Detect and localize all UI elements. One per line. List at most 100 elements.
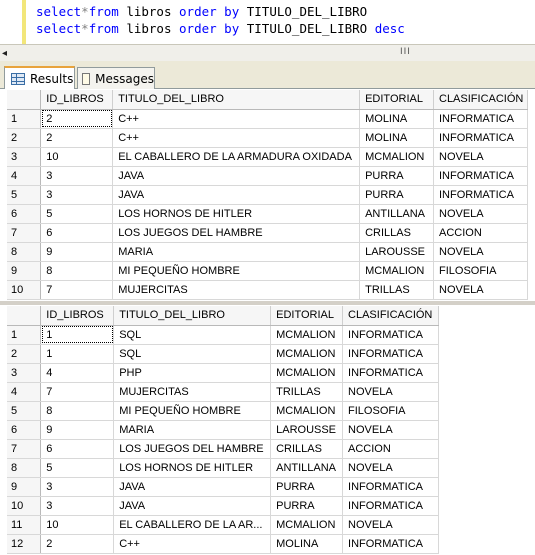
row-number[interactable]: 4 — [7, 166, 42, 186]
table-row[interactable]: 4 3 JAVA PURRA INFORMATICA — [7, 166, 528, 186]
table-cell[interactable]: 1 — [40, 325, 115, 345]
table-cell[interactable]: 5 — [40, 204, 114, 224]
row-number[interactable]: 7 — [7, 439, 42, 459]
row-number[interactable]: 11 — [7, 515, 42, 535]
row-number[interactable]: 1 — [7, 325, 42, 345]
column-header[interactable]: TITULO_DEL_LIBRO — [113, 306, 272, 326]
column-header[interactable]: EDITORIAL — [270, 306, 344, 326]
table-cell[interactable]: MCMALION — [270, 344, 344, 364]
table-cell[interactable]: 1 — [40, 344, 115, 364]
table-row[interactable]: 9 3 JAVA PURRA INFORMATICA — [7, 477, 439, 497]
table-cell[interactable]: NOVELA — [342, 420, 439, 440]
table-cell[interactable]: MUJERCITAS — [112, 280, 361, 300]
table-cell[interactable]: JAVA — [112, 166, 361, 186]
table-cell[interactable]: C++ — [112, 109, 361, 129]
query-editor[interactable]: select*from libros order by TITULO_DEL_L… — [0, 0, 535, 44]
table-cell[interactable]: MUJERCITAS — [113, 382, 272, 402]
table-row[interactable]: 10 7 MUJERCITAS TRILLAS NOVELA — [7, 280, 528, 300]
table-cell[interactable]: EL CABALLERO DE LA AR... — [113, 515, 272, 535]
table-cell[interactable]: NOVELA — [342, 382, 439, 402]
table-cell[interactable]: LOS HORNOS DE HITLER — [113, 458, 272, 478]
table-cell[interactable]: NOVELA — [433, 280, 528, 300]
table-cell[interactable]: MARIA — [112, 242, 361, 262]
row-number[interactable]: 6 — [7, 420, 42, 440]
table-cell[interactable]: 2 — [40, 534, 115, 554]
table-cell[interactable]: ACCION — [433, 223, 528, 243]
table-cell[interactable]: 6 — [40, 439, 115, 459]
table-cell[interactable]: INFORMATICA — [433, 166, 528, 186]
table-cell[interactable]: 3 — [40, 185, 114, 205]
editor-horizontal-scrollbar[interactable]: ◂ III — [0, 44, 535, 61]
row-number[interactable]: 2 — [7, 344, 42, 364]
row-number[interactable]: 2 — [7, 128, 42, 148]
table-row[interactable]: 6 9 MARIA LAROUSSE NOVELA — [7, 420, 439, 440]
table-row[interactable]: 3 10 EL CABALLERO DE LA ARMADURA OXIDADA MC… — [7, 147, 528, 167]
table-cell[interactable]: ANTILLANA — [359, 204, 434, 224]
table-cell[interactable]: MCMALION — [270, 325, 344, 345]
table-cell[interactable]: 3 — [40, 496, 115, 516]
table-row[interactable]: 8 5 LOS HORNOS DE HITLER ANTILLANA NOVELA — [7, 458, 439, 478]
results-grid-1[interactable]: ID_LIBROS TITULO_DEL_LIBRO EDITORIAL CLA… — [7, 90, 528, 300]
table-cell[interactable]: INFORMATICA — [433, 109, 528, 129]
row-number[interactable]: 4 — [7, 382, 42, 402]
table-cell[interactable]: 8 — [40, 401, 115, 421]
table-cell[interactable]: MI PEQUEÑO HOMBRE — [113, 401, 272, 421]
table-cell[interactable]: CRILLAS — [359, 223, 434, 243]
row-number[interactable]: 6 — [7, 204, 42, 224]
table-row[interactable]: 5 8 MI PEQUEÑO HOMBRE MCMALION FILOSOFIA — [7, 401, 439, 421]
table-cell[interactable]: 7 — [40, 382, 115, 402]
table-cell[interactable]: LOS JUEGOS DEL HAMBRE — [112, 223, 361, 243]
table-cell[interactable]: PURRA — [270, 477, 344, 497]
table-cell[interactable]: SQL — [113, 325, 272, 345]
row-number[interactable]: 8 — [7, 458, 42, 478]
column-header[interactable]: EDITORIAL — [359, 90, 434, 110]
table-cell[interactable]: TRILLAS — [359, 280, 434, 300]
table-cell[interactable]: PURRA — [359, 185, 434, 205]
table-cell[interactable]: MOLINA — [359, 128, 434, 148]
grid-corner[interactable] — [7, 306, 42, 326]
table-cell[interactable]: MOLINA — [270, 534, 344, 554]
table-row[interactable]: 1 1 SQL MCMALION INFORMATICA — [7, 325, 439, 345]
row-number[interactable]: 1 — [7, 109, 42, 129]
table-cell[interactable]: 3 — [40, 166, 114, 186]
table-cell[interactable]: FILOSOFIA — [433, 261, 528, 281]
table-row[interactable]: 7 6 LOS JUEGOS DEL HAMBRE CRILLAS ACCION — [7, 223, 528, 243]
tab-messages[interactable]: Messages — [77, 67, 155, 89]
table-cell[interactable]: JAVA — [113, 477, 272, 497]
table-cell[interactable]: C++ — [113, 534, 272, 554]
table-cell[interactable]: INFORMATICA — [342, 325, 439, 345]
table-cell[interactable]: FILOSOFIA — [342, 401, 439, 421]
row-number[interactable]: 5 — [7, 401, 42, 421]
query-line-1[interactable]: select*from libros order by TITULO_DEL_L… — [36, 4, 367, 19]
row-number[interactable]: 9 — [7, 477, 42, 497]
table-cell[interactable]: LAROUSSE — [359, 242, 434, 262]
column-header[interactable]: ID_LIBROS — [40, 90, 114, 110]
grid-corner[interactable] — [7, 90, 42, 110]
table-row[interactable]: 7 6 LOS JUEGOS DEL HAMBRE CRILLAS ACCION — [7, 439, 439, 459]
table-cell[interactable]: 9 — [40, 420, 115, 440]
table-row[interactable]: 8 9 MARIA LAROUSSE NOVELA — [7, 242, 528, 262]
table-row[interactable]: 5 3 JAVA PURRA INFORMATICA — [7, 185, 528, 205]
table-cell[interactable]: 9 — [40, 242, 114, 262]
table-cell[interactable]: ANTILLANA — [270, 458, 344, 478]
table-cell[interactable]: MARIA — [113, 420, 272, 440]
table-row[interactable]: 3 4 PHP MCMALION INFORMATICA — [7, 363, 439, 383]
table-cell[interactable]: MOLINA — [359, 109, 434, 129]
table-cell[interactable]: MCMALION — [270, 515, 344, 535]
table-cell[interactable]: MCMALION — [270, 363, 344, 383]
table-cell[interactable]: 10 — [40, 147, 114, 167]
row-number[interactable]: 8 — [7, 242, 42, 262]
table-cell[interactable]: PURRA — [270, 496, 344, 516]
column-header[interactable]: CLASIFICACIÓN — [342, 306, 439, 326]
table-cell[interactable]: LOS JUEGOS DEL HAMBRE — [113, 439, 272, 459]
table-cell[interactable]: INFORMATICA — [342, 363, 439, 383]
table-cell[interactable]: MCMALION — [359, 261, 434, 281]
row-number[interactable]: 3 — [7, 147, 42, 167]
table-row[interactable]: 9 8 MI PEQUEÑO HOMBRE MCMALION FILOSOFIA — [7, 261, 528, 281]
row-number[interactable]: 9 — [7, 261, 42, 281]
table-row[interactable]: 1 2 C++ MOLINA INFORMATICA — [7, 109, 528, 129]
table-cell[interactable]: INFORMATICA — [342, 477, 439, 497]
table-cell[interactable]: NOVELA — [433, 147, 528, 167]
row-number[interactable]: 12 — [7, 534, 42, 554]
table-cell[interactable]: MI PEQUEÑO HOMBRE — [112, 261, 361, 281]
